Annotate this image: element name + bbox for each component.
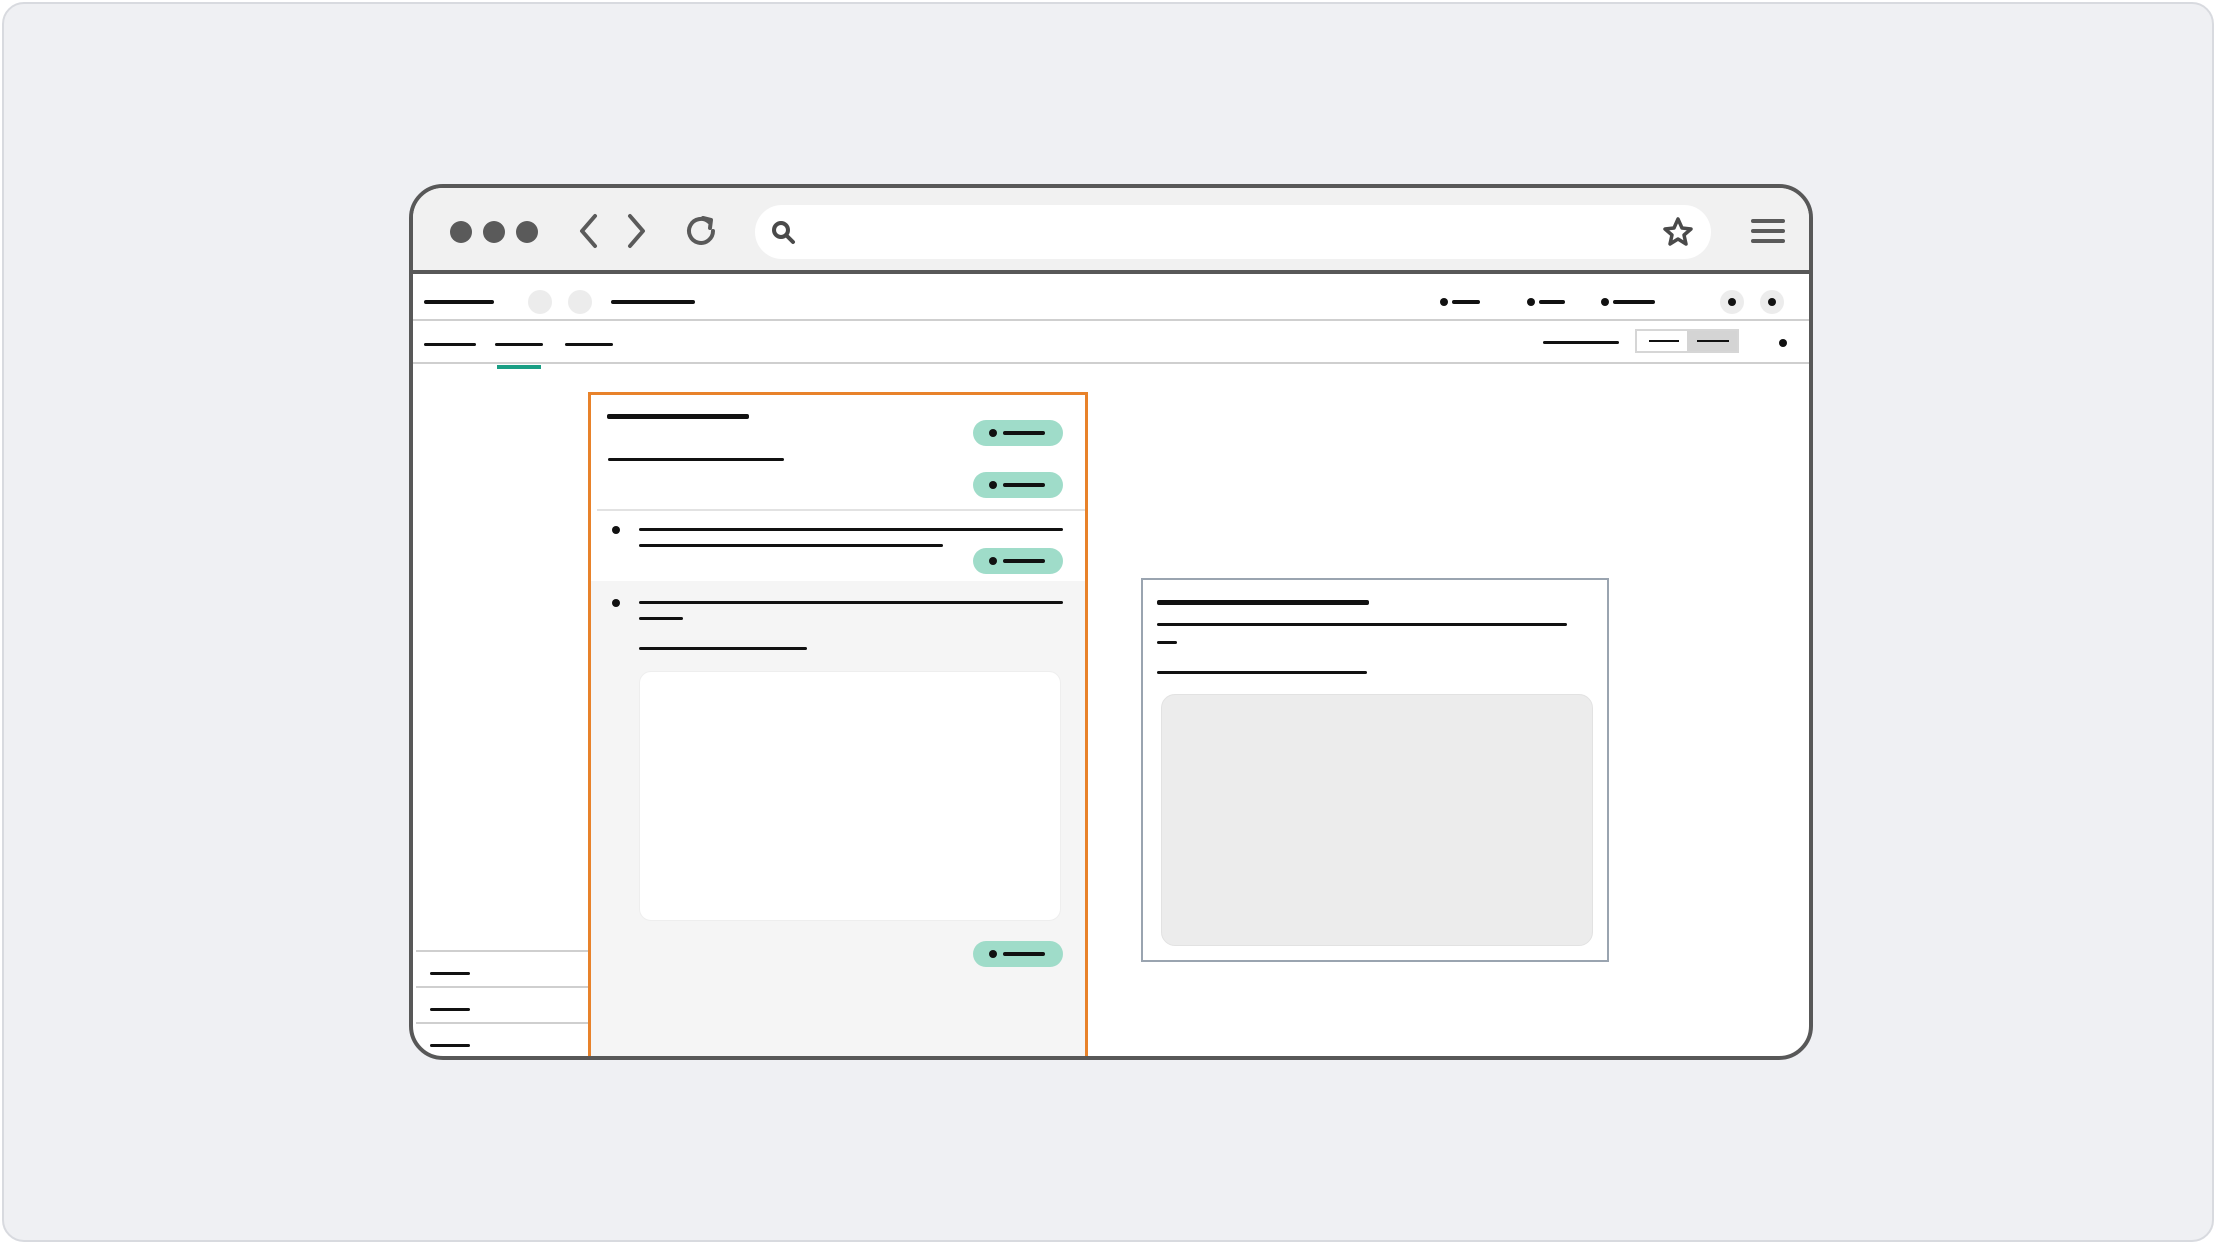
panel-title bbox=[607, 414, 749, 419]
view-toggle-option-label bbox=[1697, 340, 1729, 342]
header-title bbox=[611, 300, 695, 304]
notifications-icon bbox=[1728, 298, 1736, 306]
header-nav-bullet bbox=[1601, 298, 1609, 306]
header-divider bbox=[413, 319, 1809, 321]
address-bar[interactable] bbox=[755, 205, 1711, 259]
panel-subtitle bbox=[608, 458, 784, 461]
window-dot-1[interactable] bbox=[450, 221, 472, 243]
sidebar-divider bbox=[416, 986, 588, 988]
chevron-left-icon[interactable] bbox=[577, 212, 601, 250]
sidebar-item-3[interactable] bbox=[430, 1044, 470, 1047]
header-nav-label bbox=[1452, 300, 1480, 304]
brand-logo[interactable] bbox=[424, 300, 494, 304]
tabs-divider bbox=[413, 362, 1809, 364]
address-bar-text bbox=[755, 205, 756, 206]
header-nav-bullet bbox=[1440, 298, 1448, 306]
list-item-text bbox=[639, 601, 1063, 604]
preview-title bbox=[1157, 600, 1369, 605]
preview-card bbox=[1141, 578, 1609, 962]
badge-bullet bbox=[989, 429, 997, 437]
preview-body-line-2 bbox=[1157, 641, 1177, 644]
notifications-button[interactable] bbox=[1720, 290, 1744, 314]
reload-icon[interactable] bbox=[683, 212, 721, 250]
badge-bullet bbox=[989, 481, 997, 489]
status-badge[interactable] bbox=[973, 472, 1063, 498]
header-circle-button-1[interactable] bbox=[528, 290, 552, 314]
preview-body bbox=[1157, 623, 1567, 626]
view-label bbox=[1543, 341, 1619, 344]
browser-toolbar bbox=[413, 188, 1809, 274]
list-item-meta bbox=[639, 647, 807, 650]
hamburger-menu-icon[interactable] bbox=[1750, 213, 1786, 249]
sidebar-divider bbox=[416, 1022, 588, 1024]
header-nav-bullet bbox=[1527, 298, 1535, 306]
search-icon bbox=[772, 221, 795, 244]
detail-card bbox=[639, 671, 1061, 921]
profile-button[interactable] bbox=[1760, 290, 1784, 314]
badge-bullet bbox=[989, 950, 997, 958]
header-nav-label bbox=[1613, 300, 1655, 304]
list-item-text bbox=[639, 528, 1063, 531]
star-icon[interactable] bbox=[1661, 215, 1695, 249]
list-bullet bbox=[612, 599, 620, 607]
window-dot-2[interactable] bbox=[483, 221, 505, 243]
status-badge[interactable] bbox=[973, 941, 1063, 967]
status-badge[interactable] bbox=[973, 548, 1063, 574]
badge-label bbox=[1003, 431, 1045, 435]
active-tab-indicator bbox=[497, 365, 541, 369]
list-bullet bbox=[612, 526, 620, 534]
badge-label bbox=[1003, 559, 1045, 563]
badge-bullet bbox=[989, 557, 997, 565]
canvas-background bbox=[2, 2, 2214, 1242]
tab-1[interactable] bbox=[424, 343, 476, 346]
sidebar-item-1[interactable] bbox=[430, 972, 470, 975]
list-item-text-line-2 bbox=[639, 617, 683, 620]
chevron-right-icon[interactable] bbox=[624, 212, 648, 250]
header-circle-button-2[interactable] bbox=[568, 290, 592, 314]
sidebar-divider bbox=[416, 950, 588, 952]
view-toggle-option-label bbox=[1649, 340, 1679, 342]
view-toggle[interactable] bbox=[1635, 329, 1739, 353]
window-dot-3[interactable] bbox=[516, 221, 538, 243]
status-badge[interactable] bbox=[973, 420, 1063, 446]
more-options-icon[interactable] bbox=[1779, 339, 1787, 347]
badge-label bbox=[1003, 483, 1045, 487]
panel-divider bbox=[597, 509, 1085, 511]
badge-label bbox=[1003, 952, 1045, 956]
avatar-icon bbox=[1768, 298, 1776, 306]
list-item-text-line-2 bbox=[639, 544, 943, 547]
preview-caption bbox=[1157, 671, 1367, 674]
header-nav-label bbox=[1539, 300, 1565, 304]
preview-image bbox=[1161, 694, 1593, 946]
tab-3[interactable] bbox=[565, 343, 613, 346]
content-panel bbox=[588, 392, 1088, 1056]
view-toggle-option-2[interactable] bbox=[1687, 331, 1737, 351]
view-toggle-option-1[interactable] bbox=[1637, 331, 1687, 351]
sidebar-item-2[interactable] bbox=[430, 1008, 470, 1011]
tab-2[interactable] bbox=[495, 343, 543, 346]
browser-window bbox=[409, 184, 1813, 1060]
